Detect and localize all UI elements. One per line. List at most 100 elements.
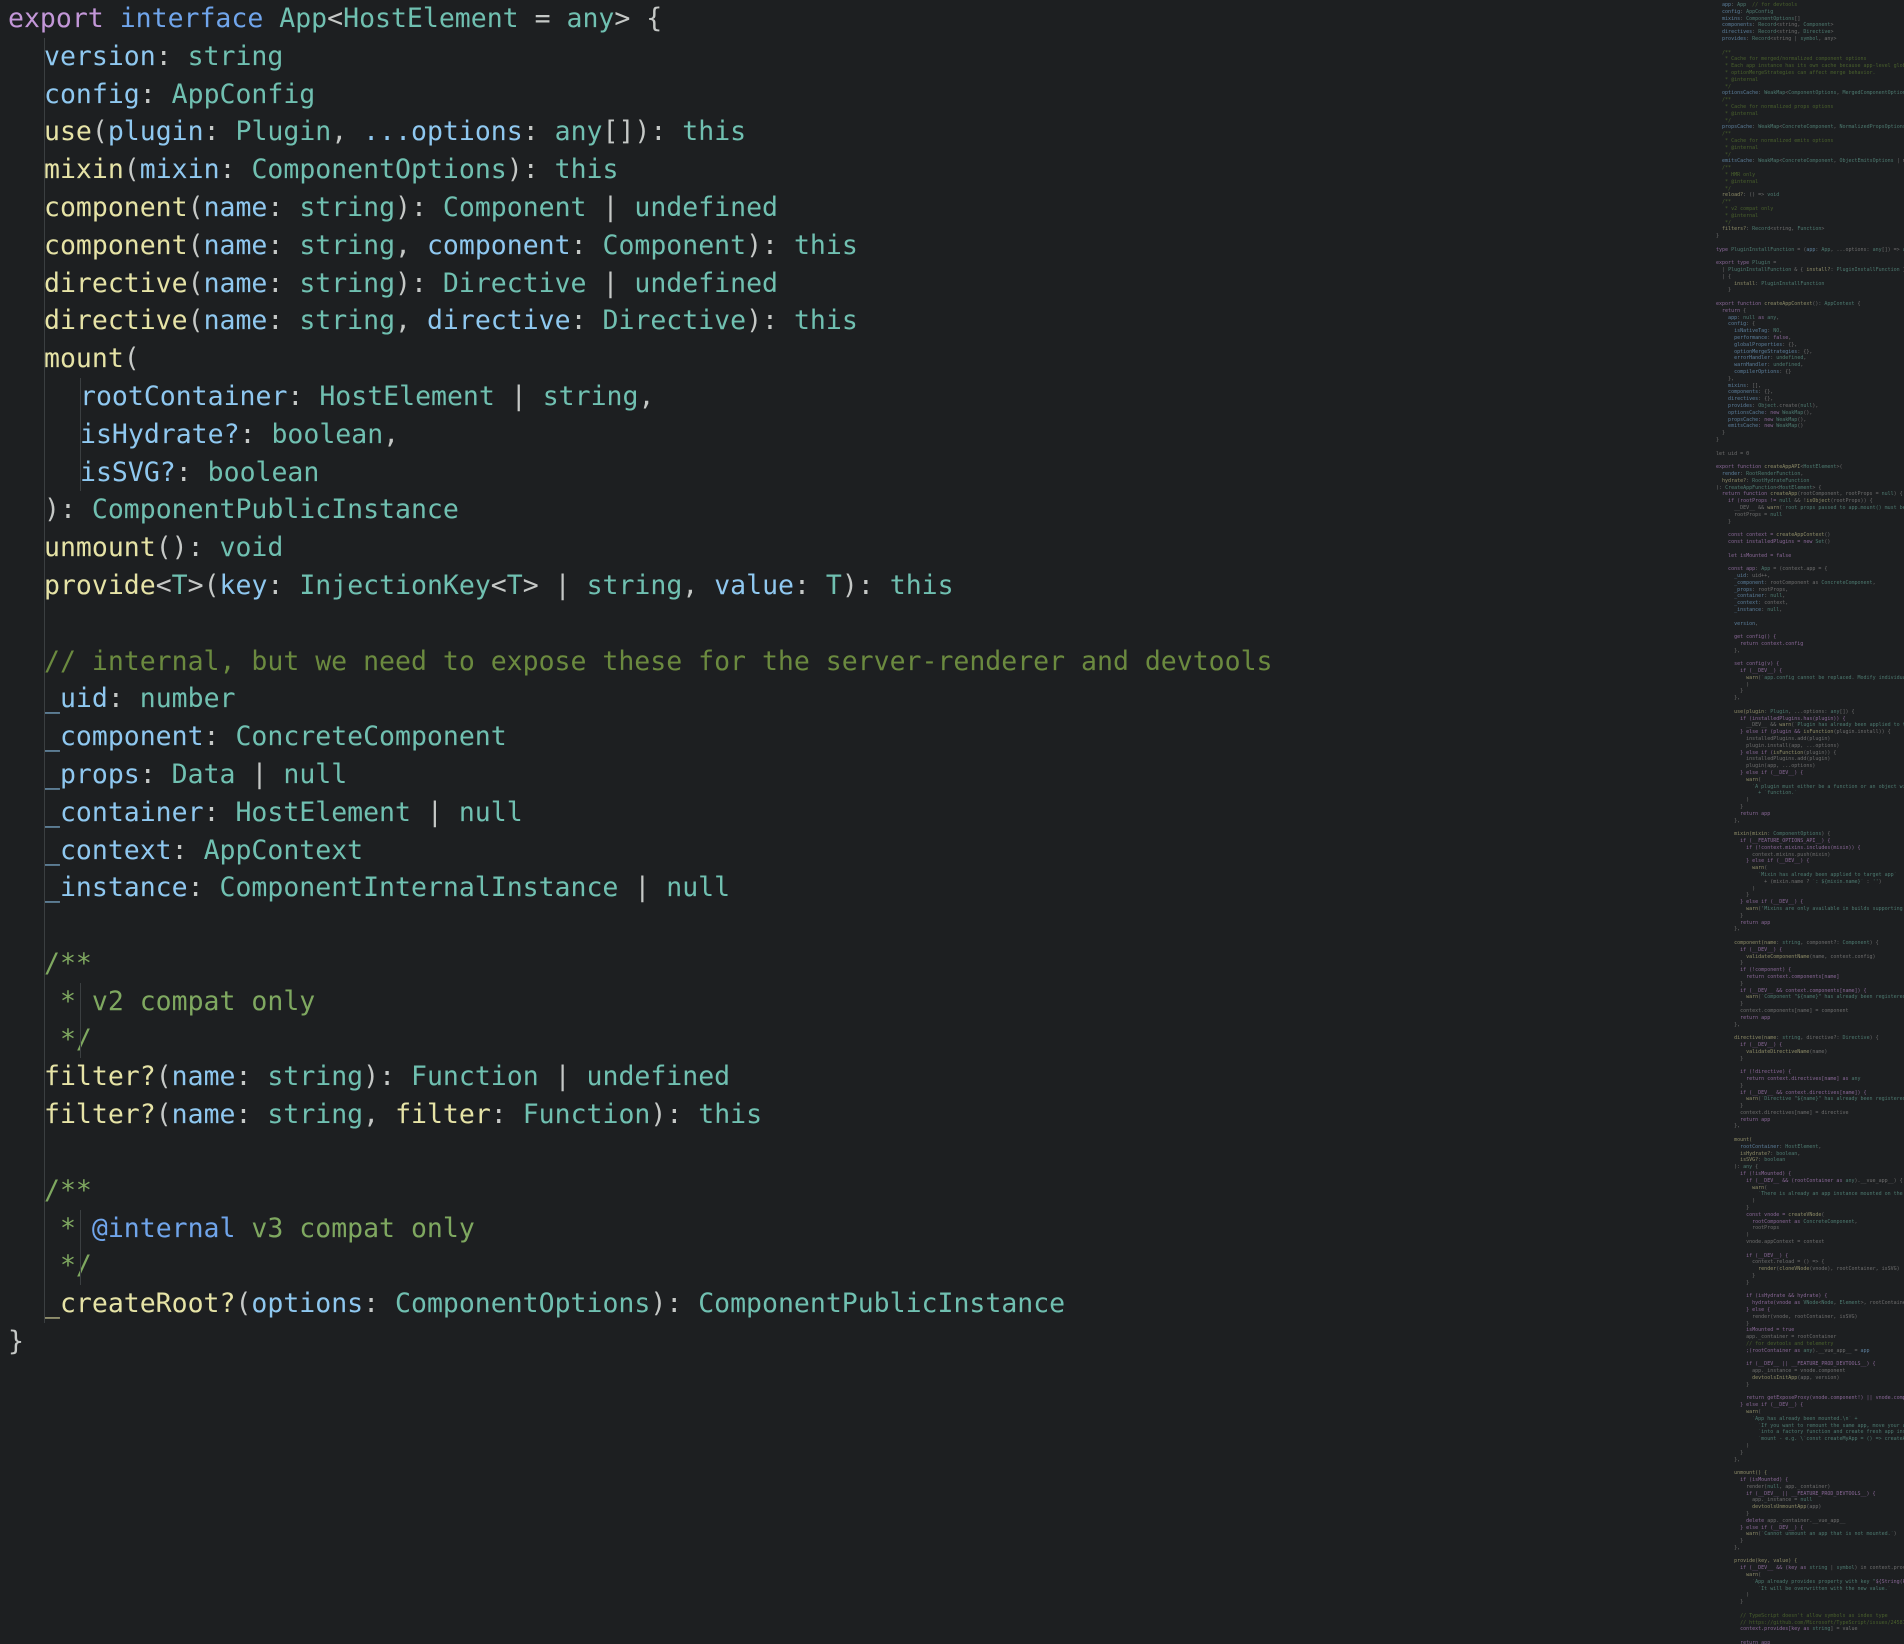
code-token: : <box>171 834 204 866</box>
minimap-line: app._instance = null <box>1710 1497 1813 1504</box>
code-line[interactable]: */ <box>0 1020 1698 1059</box>
code-line[interactable]: use(plugin: Plugin, ...options: any[]): … <box>0 113 1698 152</box>
code-line[interactable]: provide<T>(key: InjectionKey<T> | string… <box>0 566 1698 605</box>
minimap-line: isNativeTag: NO, <box>1710 328 1783 335</box>
code-line[interactable]: rootContainer: HostElement | string, <box>0 377 1698 416</box>
code-line[interactable]: // internal, but we need to expose these… <box>0 642 1698 681</box>
code-line[interactable]: */ <box>0 1247 1698 1286</box>
code-line[interactable]: component(name: string): Component | und… <box>0 188 1698 227</box>
code-line[interactable]: filter?(name: string, filter: Function):… <box>0 1096 1698 1134</box>
indent-guide <box>44 151 45 189</box>
indent-guide <box>44 340 45 378</box>
code-token: : <box>139 758 172 790</box>
minimap-line: */ <box>1710 185 1732 192</box>
code-token: name <box>203 191 268 223</box>
code-line[interactable]: isSVG?: boolean <box>0 453 1698 492</box>
minimap-line: if (__DEV__ && context.directives[name])… <box>1710 1089 1867 1096</box>
minimap-line: _component: rootComponent as ConcreteCom… <box>1710 579 1876 586</box>
code-line[interactable]: * v2 compat only <box>0 982 1698 1021</box>
code-line[interactable]: _container: HostElement | null <box>0 793 1698 832</box>
code-token: , <box>363 1099 396 1131</box>
code-token: _context <box>44 834 172 866</box>
code-token: string <box>299 191 396 223</box>
minimap-line: propsCache: new WeakMap(), <box>1710 416 1807 423</box>
code-token: undefined <box>586 1061 731 1093</box>
indent-guide <box>44 944 45 983</box>
code-line[interactable]: _component: ConcreteComponent <box>0 718 1698 756</box>
code-token: : <box>267 305 300 337</box>
code-line[interactable]: _context: AppContext <box>0 831 1698 870</box>
code-token: Function <box>411 1061 539 1093</box>
code-line[interactable]: } <box>0 1323 1698 1361</box>
minimap-line <box>1710 525 1904 532</box>
code-line[interactable]: component(name: string, component: Compo… <box>0 226 1698 265</box>
minimap-line: if (__DEV__ || __FEATURE_PROD_DEVTOOLS__… <box>1710 1361 1876 1368</box>
code-token: ( <box>123 154 140 186</box>
minimap-line: if (__DEV__) { <box>1710 946 1783 953</box>
code-line[interactable]: mount( <box>0 340 1698 378</box>
code-token: string <box>299 305 396 337</box>
code-token: T <box>171 569 188 601</box>
code-token: : <box>203 116 236 148</box>
minimap-line: ;(rootContainer as any).__vue_app__ = ap… <box>1710 1347 1870 1354</box>
code-token: < <box>490 569 507 601</box>
minimap-line: _uid: uid++, <box>1710 572 1771 579</box>
code-line-text: component(name: string): Component | und… <box>8 192 778 223</box>
code-token: ( <box>155 1061 172 1093</box>
code-line[interactable]: _uid: number <box>0 680 1698 719</box>
code-token: AppConfig <box>171 78 316 110</box>
code-line[interactable]: directive(name: string, directive: Direc… <box>0 302 1698 341</box>
code-line[interactable]: version: string <box>0 37 1698 76</box>
code-line[interactable]: directive(name: string): Directive | und… <box>0 264 1698 303</box>
code-token: options <box>251 1288 364 1320</box>
minimap-line <box>1710 1246 1904 1253</box>
code-token: this <box>698 1099 763 1131</box>
minimap-line: // for devtools and telemetry <box>1710 1340 1834 1347</box>
indent-guide <box>44 1058 45 1097</box>
minimap-line: delete app._container.__vue_app__ <box>1710 1517 1846 1524</box>
code-line[interactable]: mixin(mixin: ComponentOptions): this <box>0 151 1698 189</box>
code-token: T <box>825 569 842 601</box>
minimap-line: } else if (__DEV__) { <box>1710 899 1804 906</box>
minimap-line: }, <box>1710 926 1741 933</box>
code-token: , <box>331 116 364 148</box>
code-token: name <box>203 305 268 337</box>
code-line-text: filter?(name: string, filter: Function):… <box>8 1099 762 1130</box>
code-line[interactable]: filter?(name: string): Function | undefi… <box>0 1058 1698 1097</box>
code-token: @internal <box>91 1212 236 1244</box>
code-line[interactable]: _props: Data | null <box>0 755 1698 794</box>
code-line[interactable]: * @internal v3 compat only <box>0 1209 1698 1248</box>
code-token: | <box>235 758 284 790</box>
code-line[interactable]: export interface App<HostElement = any> … <box>0 0 1698 38</box>
editor-minimap[interactable]: app: App // for devtools config: AppConf… <box>1698 0 1904 1644</box>
indent-guide <box>44 264 45 303</box>
code-token: AppContext <box>203 834 364 866</box>
code-line[interactable]: isHydrate?: boolean, <box>0 415 1698 454</box>
minimap-line: | PluginInstallFunction & { install?: Pl… <box>1710 267 1904 274</box>
code-line[interactable] <box>0 907 1698 945</box>
code-token: ComponentOptions <box>251 154 507 186</box>
code-line[interactable]: _instance: ComponentInternalInstance | n… <box>0 869 1698 908</box>
minimap-line: */ <box>1710 151 1732 158</box>
code-line[interactable] <box>0 604 1698 643</box>
minimap-line: * @internal <box>1710 178 1759 185</box>
minimap-line: return function createApp(rootComponent,… <box>1710 491 1903 498</box>
code-line[interactable]: unmount(): void <box>0 529 1698 567</box>
code-line[interactable]: /** <box>0 944 1698 983</box>
indent-guide <box>80 1209 81 1248</box>
minimap-line: installedPlugins.add(plugin) <box>1710 736 1831 743</box>
code-line[interactable]: _createRoot?(options: ComponentOptions):… <box>0 1285 1698 1323</box>
code-line[interactable]: /** <box>0 1171 1698 1210</box>
code-line[interactable]: ): ComponentPublicInstance <box>0 491 1698 530</box>
minimap-line: */ <box>1710 83 1732 90</box>
code-editor-content[interactable]: export interface App<HostElement = any> … <box>0 0 1698 1644</box>
code-line[interactable] <box>0 1133 1698 1172</box>
code-line[interactable]: config: AppConfig <box>0 75 1698 114</box>
code-editor[interactable]: export interface App<HostElement = any> … <box>0 0 1904 1644</box>
minimap-line: config: AppConfig <box>1710 8 1774 15</box>
code-token: void <box>219 532 284 564</box>
minimap-line: provide(key, value) { <box>1710 1558 1798 1565</box>
code-token: undefined <box>634 191 778 223</box>
